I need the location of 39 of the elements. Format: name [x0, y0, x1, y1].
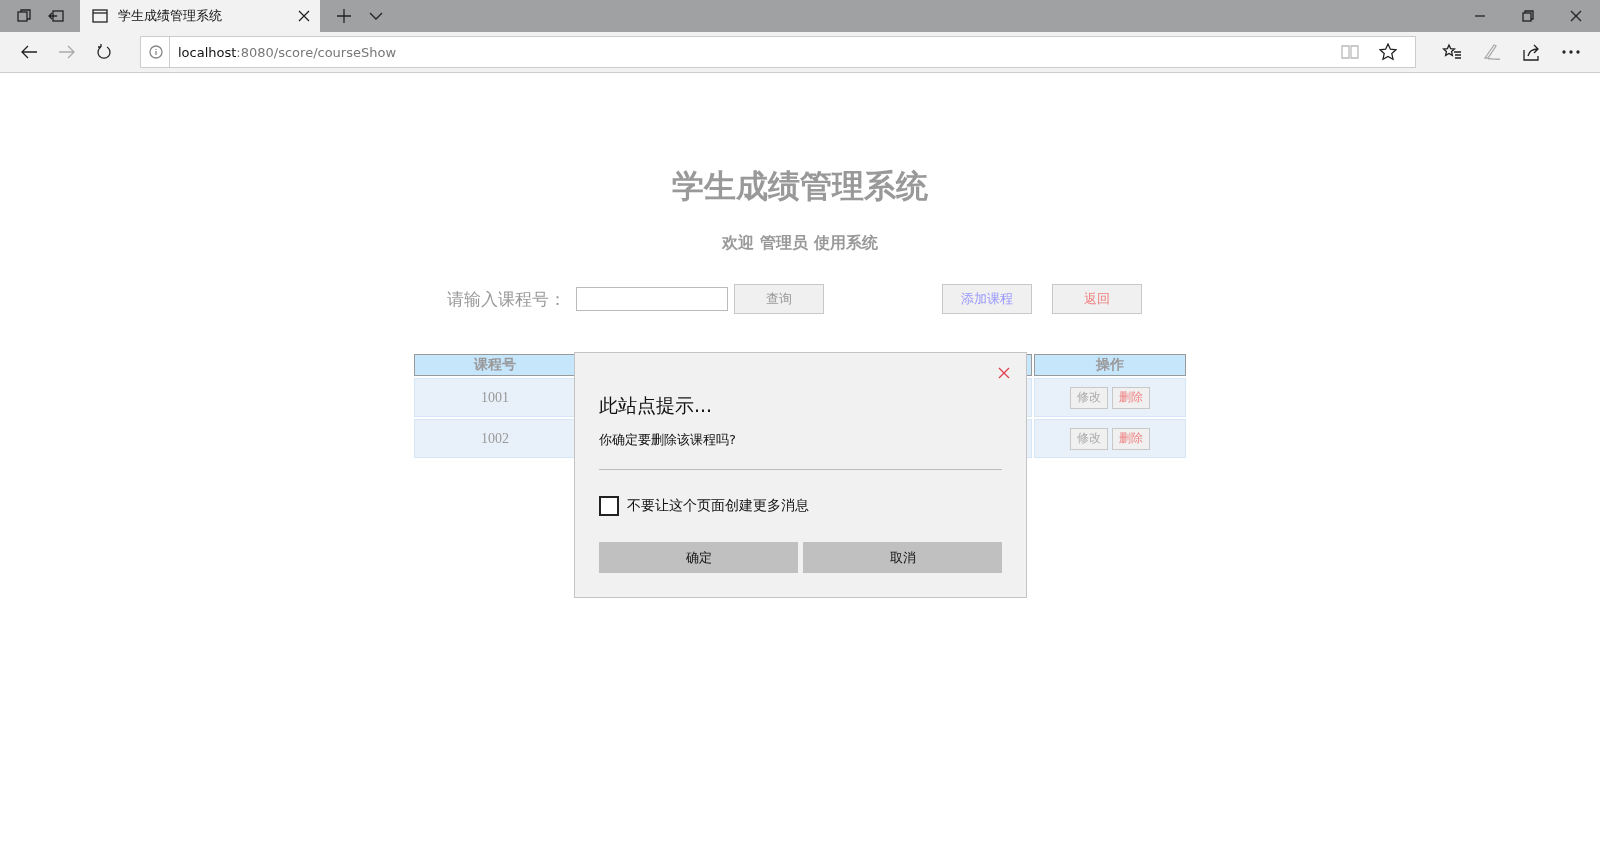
- address-bar[interactable]: localhost:8080/score/courseShow: [140, 36, 1416, 68]
- delete-button[interactable]: 删除: [1112, 427, 1150, 450]
- add-course-button[interactable]: 添加课程: [941, 284, 1032, 314]
- checkbox[interactable]: [599, 496, 619, 516]
- confirm-button[interactable]: 确定: [599, 542, 798, 573]
- share-icon[interactable]: [1522, 43, 1542, 61]
- back-arrow-icon[interactable]: [20, 44, 38, 60]
- checkbox-label: 不要让这个页面创建更多消息: [627, 497, 809, 515]
- more-icon[interactable]: [1562, 49, 1580, 55]
- page-title: 学生成绩管理系统: [672, 166, 928, 207]
- cancel-button[interactable]: 取消: [803, 542, 1002, 573]
- dialog-message: 你确定要删除该课程吗?: [599, 431, 737, 449]
- star-icon[interactable]: [1379, 43, 1397, 61]
- back-button[interactable]: 返回: [1051, 284, 1142, 314]
- favorites-list-icon[interactable]: [1442, 43, 1462, 61]
- search-button[interactable]: 查询: [733, 284, 824, 314]
- table-cell: 1001: [414, 378, 576, 417]
- edit-button[interactable]: 修改: [1070, 386, 1108, 409]
- close-icon[interactable]: [298, 10, 310, 22]
- info-icon: [149, 45, 163, 59]
- url-text: localhost:8080/score/courseShow: [178, 44, 397, 60]
- delete-button[interactable]: 删除: [1112, 386, 1150, 409]
- new-tab-icon[interactable]: [336, 8, 352, 24]
- dialog-title: 此站点提示...: [599, 393, 714, 418]
- set-aside-tabs-icon[interactable]: [48, 8, 64, 24]
- tabs-icon[interactable]: [16, 8, 32, 24]
- tab-title: 学生成绩管理系统: [118, 7, 223, 25]
- search-label: 请输入课程号：: [446, 287, 566, 311]
- welcome-text: 欢迎 管理员 使用系统: [722, 233, 878, 254]
- browser-tab[interactable]: 学生成绩管理系统: [80, 0, 320, 32]
- page-icon: [92, 9, 108, 23]
- restore-icon[interactable]: [1522, 10, 1534, 22]
- course-number-field[interactable]: [575, 287, 728, 311]
- column-header: 课程号: [414, 354, 576, 376]
- edit-button[interactable]: 修改: [1070, 427, 1108, 450]
- column-header: 操作: [1034, 354, 1186, 376]
- table-cell: 1002: [414, 419, 576, 458]
- refresh-icon[interactable]: [96, 44, 112, 60]
- close-icon[interactable]: [1570, 10, 1582, 22]
